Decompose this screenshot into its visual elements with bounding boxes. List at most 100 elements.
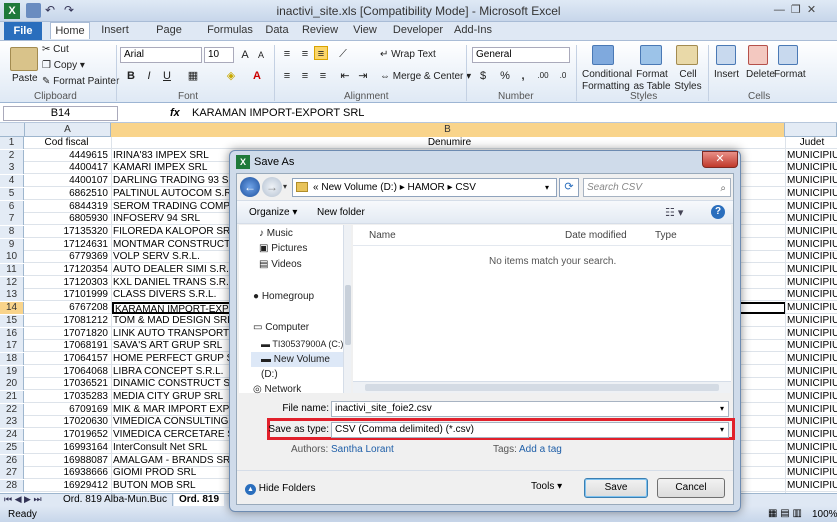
row-header[interactable]: 26 <box>0 454 24 467</box>
row-header[interactable]: 11 <box>0 264 24 276</box>
align-middle-icon[interactable]: ≡ <box>298 47 312 61</box>
cell-denumire[interactable]: AMALGAM - BRANDS SR <box>112 455 232 467</box>
format-as-table-button[interactable]: Format as Table <box>632 69 672 93</box>
fill-color-icon[interactable]: ◈ <box>224 69 238 83</box>
format-table-icon[interactable] <box>640 45 662 65</box>
column-name[interactable]: Name <box>369 230 396 241</box>
row-header[interactable]: 23 <box>0 416 24 429</box>
row-header[interactable]: 14 <box>0 302 24 315</box>
breadcrumb-hamor[interactable]: HAMOR <box>408 182 445 193</box>
cell-styles-icon[interactable] <box>676 45 698 65</box>
horizontal-scrollbar[interactable] <box>353 381 731 393</box>
column-header-b[interactable]: B <box>111 123 785 137</box>
cell-denumire[interactable]: DINAMIC CONSTRUCT SY <box>112 378 232 390</box>
delete-cells-button[interactable]: Delete <box>746 69 775 81</box>
merge-center-button[interactable]: ⇔ Merge & Center ▾ <box>380 71 471 83</box>
cell-judet[interactable]: MUNICIPIUL <box>786 404 837 416</box>
grow-font-icon[interactable]: A <box>238 48 252 62</box>
cell-judet[interactable]: MUNICIPIUL <box>786 201 837 213</box>
row-header[interactable]: 2 <box>0 149 24 162</box>
cell-judet[interactable]: MUNICIPIUL <box>786 340 837 352</box>
cell-judet[interactable]: MUNICIPIUL <box>786 239 837 251</box>
increase-indent-icon[interactable]: ⇥ <box>356 69 370 83</box>
cell-judet[interactable]: MUNICIPIUL <box>786 429 837 441</box>
column-date-modified[interactable]: Date modified <box>565 230 627 241</box>
cell-judet[interactable]: Judet <box>786 137 837 149</box>
search-input[interactable]: Search CSV ⌕ <box>583 178 731 197</box>
breadcrumb-drive[interactable]: New Volume (D:) <box>321 182 397 193</box>
cell-denumire[interactable]: LIBRA CONCEPT S.R.L. <box>112 366 232 378</box>
tab-file[interactable]: File <box>4 22 42 41</box>
formula-input[interactable]: KARAMAN IMPORT-EXPORT SRL <box>192 107 364 119</box>
font-size-select[interactable]: 10 <box>204 47 234 63</box>
cell-judet[interactable]: MUNICIPIUL <box>786 213 837 225</box>
row-header[interactable]: 3 <box>0 162 24 175</box>
row-header[interactable]: 9 <box>0 238 24 251</box>
decrease-decimal-icon[interactable]: .0 <box>556 69 570 83</box>
view-options-icon[interactable]: ☷ ▾ <box>665 206 683 219</box>
file-list[interactable]: Name Date modified Type No items match y… <box>353 225 731 393</box>
cell-judet[interactable]: MUNICIPIUL <box>786 480 837 492</box>
row-header[interactable]: 13 <box>0 289 24 302</box>
cell-denumire[interactable]: AUTO DEALER SIMI S.R.L <box>112 264 232 276</box>
cell-cod-fiscal[interactable]: 6805930 <box>25 213 110 225</box>
cell-denumire[interactable]: MEDIA CITY GRUP SRL <box>112 391 232 403</box>
cell-cod-fiscal[interactable]: 6709169 <box>25 404 110 416</box>
cell-judet[interactable]: MUNICIPIUL <box>786 264 837 276</box>
cell-cod-fiscal[interactable]: 6767208 <box>25 302 110 314</box>
nav-drive-c[interactable]: ▬ TI30537900A (C:) <box>261 338 343 350</box>
currency-icon[interactable]: $ <box>476 69 490 83</box>
cancel-button[interactable]: Cancel <box>657 478 725 498</box>
cell-judet[interactable]: MUNICIPIUL <box>786 442 837 454</box>
nav-videos[interactable]: ▤ Videos <box>259 259 302 271</box>
cell-denumire[interactable]: BUTON MOB SRL <box>112 480 232 492</box>
cell-denumire[interactable]: INFOSERV 94 SRL <box>112 213 232 225</box>
row-header[interactable]: 4 <box>0 175 24 188</box>
cell-judet[interactable]: MUNICIPIUL <box>786 455 837 467</box>
save-type-select[interactable]: CSV (Comma delimited) (*.csv) ▾ <box>331 422 729 438</box>
tab-data[interactable]: Data <box>262 22 292 39</box>
comma-icon[interactable]: , <box>516 69 530 83</box>
recent-locations-icon[interactable]: ▾ <box>283 182 287 191</box>
wrap-text-button[interactable]: ↵ Wrap Text <box>380 49 436 61</box>
cell-styles-button[interactable]: Cell Styles <box>672 69 704 93</box>
row-header[interactable]: 24 <box>0 429 24 442</box>
cell-cod-fiscal[interactable]: 4400417 <box>25 162 110 174</box>
close-button[interactable]: ✕ <box>702 151 738 168</box>
cell-denumire[interactable]: DARLING TRADING 93 SR <box>112 175 232 187</box>
cell-cod-fiscal[interactable]: 17064157 <box>25 353 110 365</box>
cell-denumire[interactable]: LINK AUTO TRANSPORT S <box>112 328 232 340</box>
zoom-level[interactable]: 100% <box>812 509 837 520</box>
tab-formulas[interactable]: Formulas <box>206 22 254 39</box>
column-header-a[interactable]: A <box>25 123 111 137</box>
paste-icon[interactable] <box>10 47 38 71</box>
underline-icon[interactable]: U <box>160 69 174 83</box>
cell-cod-fiscal[interactable]: 17020630 <box>25 416 110 428</box>
cell-cod-fiscal[interactable]: 17064068 <box>25 366 110 378</box>
row-header[interactable]: 19 <box>0 365 24 378</box>
row-header[interactable]: 18 <box>0 352 24 365</box>
cell-denumire[interactable]: GIOMI PROD SRL <box>112 467 232 479</box>
help-icon[interactable]: ? <box>711 205 725 219</box>
forward-icon[interactable]: → <box>262 177 282 197</box>
cell-cod-fiscal[interactable]: 17135320 <box>25 226 110 238</box>
cell-judet[interactable]: MUNICIPIUL <box>786 353 837 365</box>
cell-denumire[interactable]: VOLP SERV S.R.L. <box>112 251 232 263</box>
sheet-tab-2[interactable]: Ord. 819 <box>174 494 225 506</box>
refresh-icon[interactable]: ⟳ <box>559 178 579 197</box>
sheet-nav-icon[interactable]: ⏮ ◀ ▶ ⏭ <box>4 494 42 505</box>
cell-denumire[interactable]: TOM & MAD DESIGN SRL <box>112 315 232 327</box>
cell-cod-fiscal[interactable]: 16938666 <box>25 467 110 479</box>
font-name-select[interactable]: Arial <box>120 47 202 63</box>
row-header[interactable]: 7 <box>0 213 24 226</box>
cell-denumire[interactable]: MIK & MAR IMPORT EXPO <box>112 404 232 416</box>
row-header[interactable]: 22 <box>0 403 24 416</box>
chevron-down-icon[interactable]: ▾ <box>720 402 724 416</box>
cell-judet[interactable]: MUNICIPIUL <box>786 302 837 314</box>
decrease-indent-icon[interactable]: ⇤ <box>338 69 352 83</box>
align-bottom-icon[interactable]: ≡ <box>314 46 328 60</box>
cell-cod-fiscal[interactable]: Cod fiscal <box>25 137 110 149</box>
cell-judet[interactable]: MUNICIPIUL <box>786 366 837 378</box>
organize-button[interactable]: Organize ▾ <box>249 207 297 218</box>
cell-cod-fiscal[interactable]: 6862510 <box>25 188 110 200</box>
